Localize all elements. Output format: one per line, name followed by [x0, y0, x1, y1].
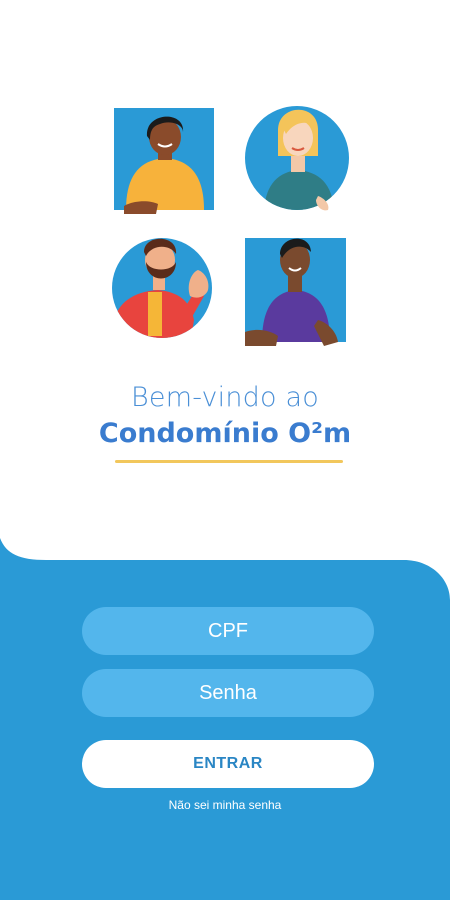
forgot-password-link[interactable]: Não sei minha senha: [0, 798, 450, 812]
title-divider: [115, 460, 343, 463]
welcome-illustration: [112, 106, 349, 346]
avatar-woman-yellow: [114, 108, 214, 214]
password-input[interactable]: [82, 669, 374, 717]
avatar-man-purple: [245, 238, 346, 346]
welcome-greeting: Bem-vindo ao: [131, 382, 319, 413]
avatar-woman-blonde: [245, 106, 349, 211]
enter-button[interactable]: ENTRAR: [82, 740, 374, 788]
avatar-man-waving: [112, 238, 212, 338]
cpf-input[interactable]: [82, 607, 374, 655]
brand-name: Condomínio O²m: [98, 418, 352, 449]
